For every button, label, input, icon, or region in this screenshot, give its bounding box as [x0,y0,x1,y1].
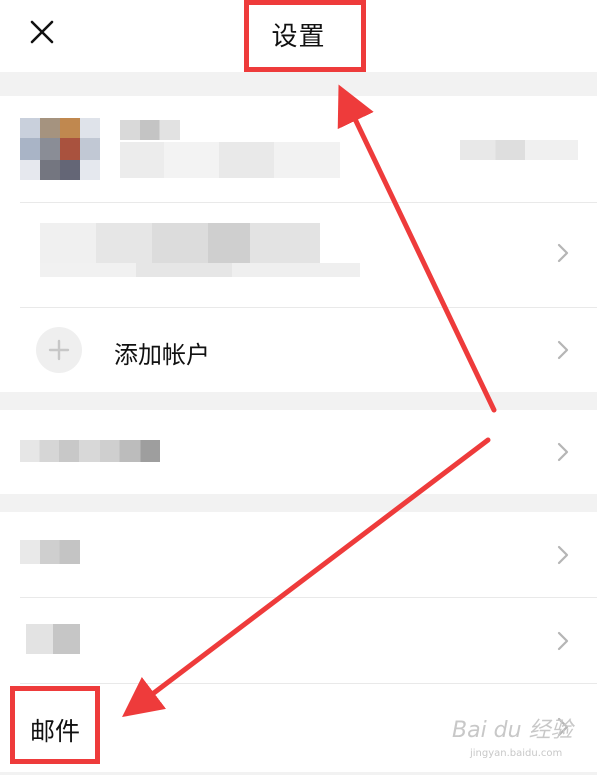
settings-group-middle [0,410,597,494]
chevron-right-icon [557,442,569,462]
add-account-row[interactable]: 添加帐户 [0,308,597,392]
plus-icon [48,339,70,361]
top-bar: 设置 [0,0,597,72]
settings-row-blurred[interactable] [0,410,597,494]
avatar [20,118,100,180]
account-detail-blurred [460,140,578,160]
settings-row-blurred[interactable] [0,512,597,597]
accounts-group: 添加帐户 [0,96,597,392]
chevron-right-icon [557,631,569,651]
row-label-blurred [20,540,80,564]
account-row-secondary[interactable] [0,203,597,307]
account-email-blurred [40,263,360,277]
chevron-right-icon [557,545,569,565]
watermark-url: jingyan.baidu.com [470,748,563,759]
row-label-blurred [20,440,160,462]
page-title: 设置 [271,22,326,52]
account-email-blurred [120,142,340,178]
account-row-primary[interactable] [0,96,597,202]
settings-row-blurred[interactable] [0,598,597,683]
add-account-button[interactable] [36,327,82,373]
watermark: Bai du 经验 [452,718,573,743]
chevron-right-icon [557,340,569,360]
mail-label: 邮件 [30,717,81,746]
account-name-blurred [120,120,180,140]
chevron-right-icon [557,243,569,263]
row-label-blurred [26,624,80,654]
add-account-label: 添加帐户 [114,341,210,369]
